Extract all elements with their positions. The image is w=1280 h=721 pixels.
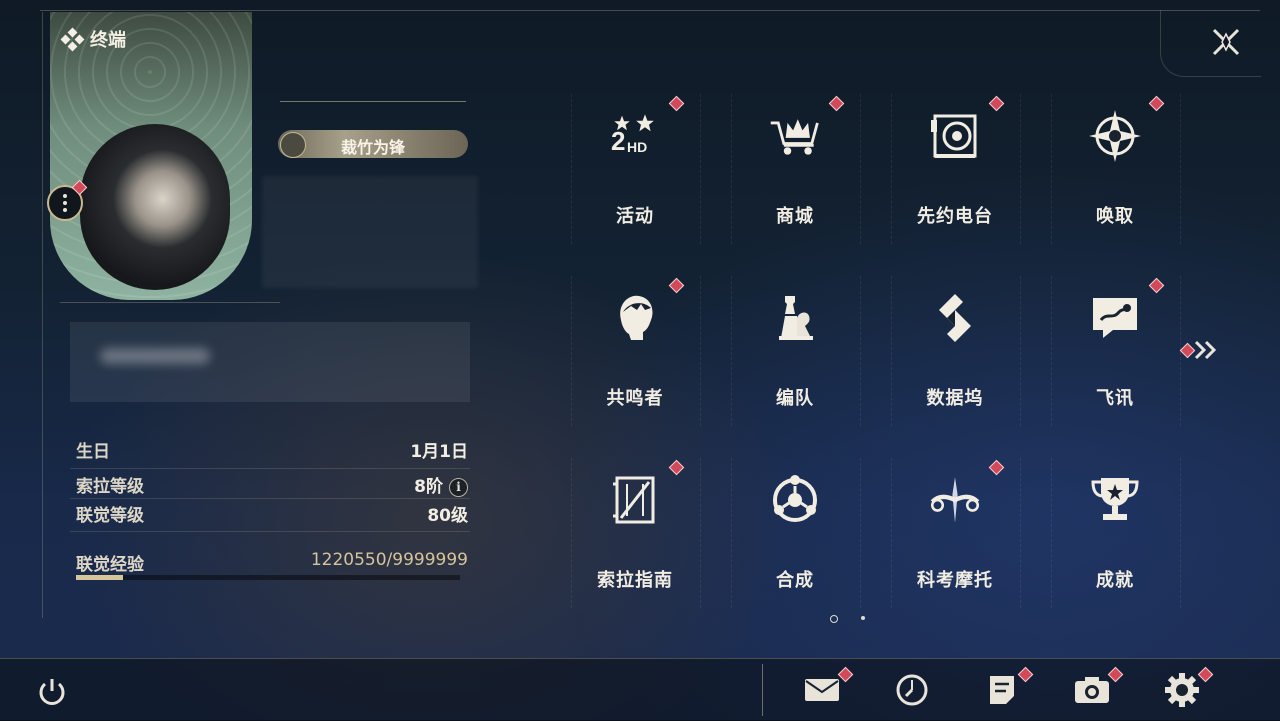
menu-item-label: 科考摩托 <box>917 570 993 591</box>
event-2hd-icon: 2 HD <box>607 108 663 164</box>
menu-item[interactable]: 先约电台 <box>891 94 1021 244</box>
terminal-header: 终端 <box>60 26 126 52</box>
mail-icon <box>805 679 839 701</box>
synthesis-circle-icon <box>767 472 823 528</box>
notes-icon <box>990 676 1014 704</box>
info-icon[interactable]: i <box>449 478 468 497</box>
blurred-name-area <box>262 176 478 288</box>
menu-item-label: 先约电台 <box>917 206 993 227</box>
frame-top-line <box>40 10 1260 11</box>
exp-progress-fill <box>76 575 123 580</box>
next-page-button[interactable] <box>1192 338 1228 362</box>
info-label: 索拉等级 <box>76 477 144 497</box>
info-value: 8阶 <box>414 477 443 497</box>
menu-item[interactable]: 编队 <box>731 276 861 426</box>
radio-disc-icon <box>927 108 983 164</box>
menu-item[interactable]: 索拉指南 <box>571 458 701 608</box>
title-divider <box>280 101 466 102</box>
info-label: 联觉等级 <box>76 506 144 526</box>
compass-star-icon <box>1087 108 1143 164</box>
menu-item-label: 共鸣者 <box>606 388 664 409</box>
chess-pieces-icon <box>767 290 823 346</box>
power-button[interactable] <box>34 674 70 710</box>
info-row-sola-level: 索拉等级 8阶 i <box>76 472 468 497</box>
close-icon <box>1212 28 1240 56</box>
info-label: 联觉经验 <box>76 555 144 575</box>
crown-cart-icon <box>767 108 823 164</box>
menu-item-label: 合成 <box>776 570 814 591</box>
data-dock-icon <box>927 290 983 346</box>
row-divider <box>70 468 470 469</box>
menu-item[interactable]: 数据坞 <box>891 276 1021 426</box>
menu-item[interactable]: 飞讯 <box>1051 276 1181 426</box>
camera-icon <box>1075 677 1109 703</box>
title-banner[interactable]: 裁竹为锋 <box>278 130 468 158</box>
frame-left-line <box>42 12 43 618</box>
menu-item-label: 编队 <box>776 388 814 409</box>
menu-item-label: 商城 <box>776 206 814 227</box>
guide-book-icon <box>607 472 663 528</box>
character-avatar <box>80 124 230 290</box>
exp-progress-bar <box>76 575 460 580</box>
menu-item[interactable]: 唤取 <box>1051 94 1181 244</box>
row-divider <box>70 498 470 499</box>
row-divider <box>70 531 470 532</box>
title-banner-label: 裁竹为锋 <box>340 138 405 157</box>
chat-bubble-icon <box>1087 290 1143 346</box>
info-row-birthday: 生日 1月1日 <box>76 437 468 462</box>
power-icon <box>39 679 65 705</box>
svg-text:2: 2 <box>611 126 625 156</box>
menu-item-label: 飞讯 <box>1096 388 1134 409</box>
divider <box>60 302 280 303</box>
page-indicator-2[interactable] <box>861 616 865 620</box>
menu-item[interactable]: 共鸣者 <box>571 276 701 426</box>
menu-item-label: 唤取 <box>1096 206 1134 227</box>
menu-item-label: 索拉指南 <box>597 570 673 591</box>
diamond-menu-icon <box>60 27 85 52</box>
menu-item[interactable]: 科考摩托 <box>891 458 1021 608</box>
blurred-signature-area <box>70 322 470 402</box>
menu-item[interactable]: 商城 <box>731 94 861 244</box>
menu-item-label: 成就 <box>1096 570 1134 591</box>
bottom-divider <box>762 664 763 716</box>
motorbike-icon <box>927 472 983 528</box>
close-button[interactable] <box>1208 24 1244 60</box>
menu-item[interactable]: 成就 <box>1051 458 1181 608</box>
menu-item[interactable]: 2 HD 活动 <box>571 94 701 244</box>
info-value: 1220550/9999999 <box>310 550 468 570</box>
gear-icon <box>1165 673 1199 707</box>
info-row-union-exp: 联觉经验 1220550/9999999 <box>76 550 468 575</box>
svg-text:HD: HD <box>627 139 647 155</box>
menu-item-label: 活动 <box>616 206 654 227</box>
info-value: 1月1日 <box>410 442 468 462</box>
trophy-icon <box>1087 472 1143 528</box>
info-value-wrap: 8阶 i <box>414 472 468 497</box>
terminal-title: 终端 <box>90 30 126 51</box>
character-portrait-card[interactable] <box>50 12 252 300</box>
menu-item[interactable]: 合成 <box>731 458 861 608</box>
double-chevron-right-icon <box>1194 340 1217 360</box>
clock-icon <box>896 674 928 706</box>
character-head-icon <box>607 290 663 346</box>
page-indicator-1[interactable] <box>830 615 838 623</box>
menu-item-label: 数据坞 <box>926 388 984 409</box>
info-row-union-level: 联觉等级 80级 <box>76 501 468 526</box>
info-value: 80级 <box>427 506 468 526</box>
info-label: 生日 <box>76 442 110 462</box>
history-button[interactable] <box>890 668 934 712</box>
